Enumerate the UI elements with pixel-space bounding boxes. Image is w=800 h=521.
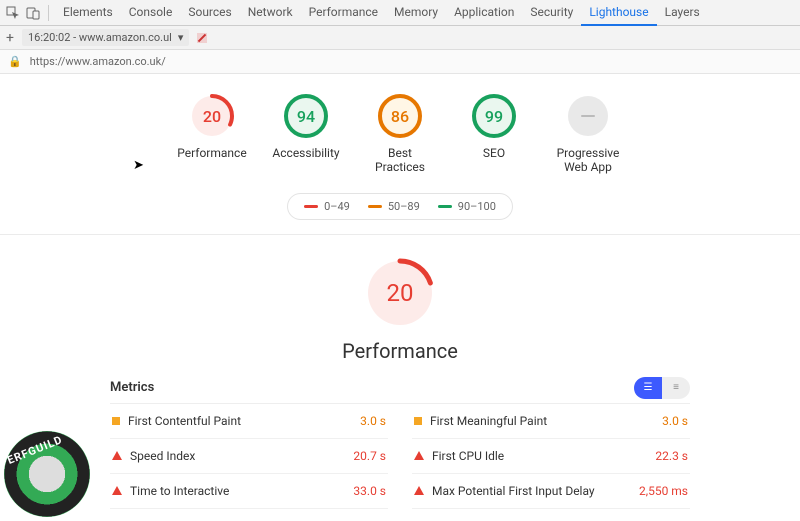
- performance-title: Performance: [0, 339, 800, 363]
- devtools-tab-lighthouse[interactable]: Lighthouse: [581, 0, 656, 26]
- url-text: https://www.amazon.co.uk/: [30, 55, 166, 68]
- metric-row: First Meaningful Paint 3.0 s: [412, 404, 690, 439]
- metrics-view-toggle[interactable]: ☰ ≡: [634, 377, 690, 399]
- devtools-tab-application[interactable]: Application: [446, 0, 522, 26]
- metric-name: First CPU Idle: [432, 449, 504, 463]
- metric-status-icon: [112, 417, 120, 425]
- devtools-tab-console[interactable]: Console: [121, 0, 181, 26]
- metric-status-icon: [112, 486, 122, 495]
- score-legend: 0–49 50–89 90–100: [287, 193, 513, 220]
- metric-value: 20.7 s: [353, 449, 386, 463]
- report-content[interactable]: ➤ 20Performance94Accessibility86Best Pra…: [0, 74, 800, 521]
- devtools-tabs: ElementsConsoleSourcesNetworkPerformance…: [55, 0, 708, 26]
- metrics-header: Metrics ☰ ≡: [110, 363, 690, 404]
- lighthouse-tabstrip: + 16:20:02 - www.amazon.co.ul ▾: [0, 26, 800, 50]
- perfguild-badge: [4, 431, 90, 517]
- metric-row: First CPU Idle 22.3 s: [412, 439, 690, 474]
- devtools-tab-elements[interactable]: Elements: [55, 0, 121, 26]
- legend-high: 90–100: [458, 200, 496, 213]
- url-bar: 🔒 https://www.amazon.co.uk/: [0, 50, 800, 74]
- metric-name: Speed Index: [130, 449, 195, 463]
- metric-name: First Contentful Paint: [128, 414, 241, 428]
- metric-status-icon: [414, 451, 424, 460]
- gauge-performance[interactable]: 20Performance: [177, 92, 247, 175]
- gauge-accessibility[interactable]: 94Accessibility: [271, 92, 341, 175]
- metric-status-icon: [112, 451, 122, 460]
- metric-row: Time to Interactive 33.0 s: [110, 474, 388, 509]
- gauge-seo[interactable]: 99SEO: [459, 92, 529, 175]
- legend-bar-high: [438, 205, 452, 208]
- metric-status-icon: [414, 417, 422, 425]
- metric-value: 3.0 s: [662, 414, 688, 428]
- separator: [48, 5, 49, 21]
- devtools-tab-memory[interactable]: Memory: [386, 0, 446, 26]
- gauge-best-practices[interactable]: 86Best Practices: [365, 92, 435, 175]
- inspect-icon[interactable]: [4, 4, 22, 22]
- gauge-progressive-web-app[interactable]: Progressive Web App: [553, 92, 623, 175]
- legend-mid: 50–89: [388, 200, 420, 213]
- blocked-icon: [197, 33, 207, 43]
- devtools-tab-sources[interactable]: Sources: [180, 0, 239, 26]
- devtools-tab-performance[interactable]: Performance: [301, 0, 386, 26]
- metric-value: 22.3 s: [655, 449, 688, 463]
- metrics-grid: First Contentful Paint3.0 sFirst Meaning…: [110, 404, 690, 509]
- metric-status-icon: [414, 486, 424, 495]
- legend-low: 0–49: [324, 200, 350, 213]
- toggle-descriptive-icon[interactable]: ☰: [634, 377, 662, 399]
- metrics-heading: Metrics: [110, 380, 154, 395]
- devtools-tab-security[interactable]: Security: [522, 0, 581, 26]
- performance-section: 20 Performance Metrics ☰ ≡ First Content…: [0, 235, 800, 521]
- report-tab-label: 16:20:02 - www.amazon.co.ul: [28, 31, 172, 44]
- score-gauges: 20Performance 94Accessibility 86Best Pract…: [0, 92, 800, 175]
- lock-icon: 🔒: [8, 55, 22, 68]
- metric-name: Time to Interactive: [130, 484, 229, 498]
- metric-value: 3.0 s: [360, 414, 386, 428]
- summary-section: 20Performance 94Accessibility 86Best Pract…: [0, 74, 800, 234]
- metric-row: First Contentful Paint 3.0 s: [110, 404, 388, 439]
- performance-score: 20: [364, 257, 436, 329]
- metric-row: Max Potential First Input Delay 2,550 ms: [412, 474, 690, 509]
- legend-bar-mid: [368, 205, 382, 208]
- performance-gauge: 20: [364, 257, 436, 329]
- toggle-compact-icon[interactable]: ≡: [662, 377, 690, 399]
- metric-name: First Meaningful Paint: [430, 414, 547, 428]
- metric-name: Max Potential First Input Delay: [432, 484, 595, 498]
- dropdown-icon: ▾: [178, 31, 184, 44]
- metric-value: 33.0 s: [353, 484, 386, 498]
- report-tab[interactable]: 16:20:02 - www.amazon.co.ul ▾: [22, 29, 189, 46]
- legend-bar-low: [304, 205, 318, 208]
- metric-value: 2,550 ms: [639, 484, 688, 498]
- devtools-tab-network[interactable]: Network: [240, 0, 301, 26]
- devtools-tab-layers[interactable]: Layers: [657, 0, 708, 26]
- new-report-button[interactable]: +: [6, 30, 14, 46]
- metric-row: Speed Index 20.7 s: [110, 439, 388, 474]
- device-icon[interactable]: [24, 4, 42, 22]
- devtools-tabbar: ElementsConsoleSourcesNetworkPerformance…: [0, 0, 800, 26]
